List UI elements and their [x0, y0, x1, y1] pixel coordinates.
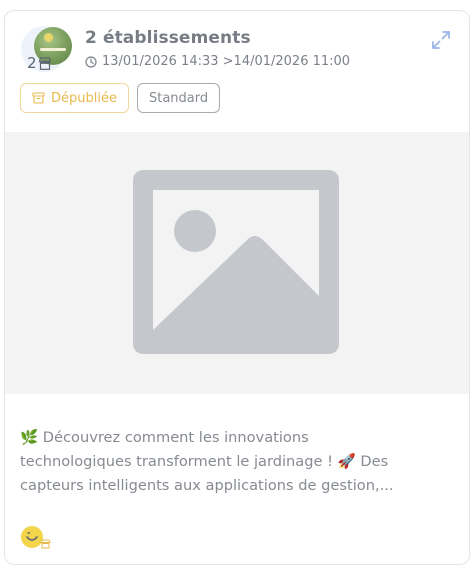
publication-date-range: 13/01/2026 14:33 >14/01/2026 11:00: [85, 54, 350, 69]
establishments-avatar-group[interactable]: 2: [21, 26, 75, 74]
archive-icon: [32, 92, 45, 104]
post-badges: Dépubliée Standard: [20, 83, 221, 113]
expand-icon[interactable]: [430, 29, 452, 51]
clock-icon: [85, 55, 97, 68]
post-image[interactable]: [5, 132, 469, 394]
post-footer: [20, 525, 56, 553]
date-range-text: 13/01/2026 14:33 >14/01/2026 11:00: [102, 54, 351, 69]
post-type-label: Standard: [148, 90, 209, 106]
status-badge: Dépubliée: [20, 83, 129, 113]
store-icon: [38, 56, 52, 70]
status-badge-label: Dépubliée: [51, 90, 117, 106]
post-description: 🌿 Découvrez comment les innovations tech…: [20, 426, 460, 498]
post-type-badge: Standard: [136, 83, 221, 113]
description-line: technologiques transforment le jardinage…: [20, 453, 389, 470]
post-title: 2 établissements: [85, 28, 251, 48]
post-card[interactable]: 2 2 établissements 13/01/2026 14:33 >14/…: [4, 10, 470, 565]
image-placeholder-icon: [133, 170, 339, 354]
establishments-count-badge: 2: [27, 55, 52, 71]
description-line: 🌿 Découvrez comment les innovations: [20, 429, 309, 446]
store-icon: [40, 539, 51, 549]
description-line: capteurs intelligents aux applications d…: [20, 477, 394, 494]
establishments-count: 2: [27, 54, 37, 72]
